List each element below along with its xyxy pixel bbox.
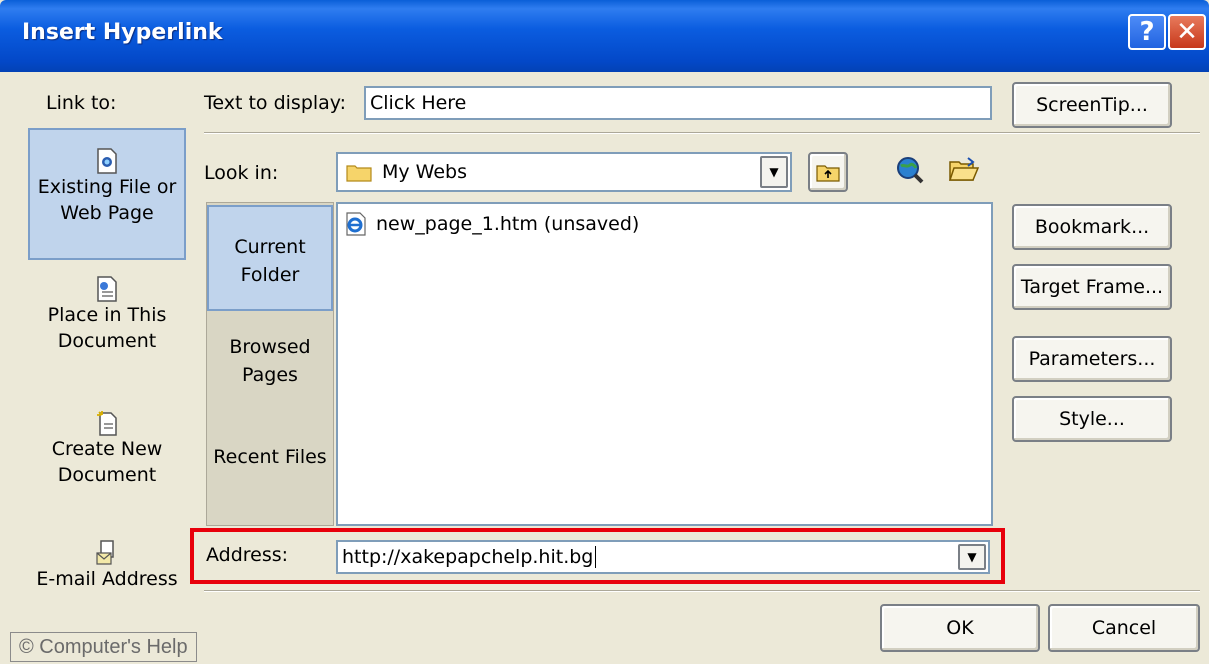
text-to-display-field[interactable]: Click Here (364, 86, 992, 120)
nav-browsed-pages-label: Browsed Pages (229, 336, 311, 386)
ok-button[interactable]: OK (880, 604, 1040, 652)
cancel-button[interactable]: Cancel (1048, 604, 1200, 652)
new-document-icon (96, 410, 118, 436)
screentip-label: ScreenTip... (1036, 94, 1148, 116)
folder-icon (346, 162, 372, 182)
parameters-button[interactable]: Parameters... (1012, 336, 1172, 382)
bookmark-label: Bookmark... (1034, 216, 1150, 238)
list-item[interactable]: new_page_1.htm (unsaved) (344, 212, 639, 236)
text-to-display-label: Text to display: (204, 92, 347, 114)
bookmark-button[interactable]: Bookmark... (1012, 204, 1172, 250)
target-frame-label: Target Frame... (1020, 276, 1164, 298)
address-highlight-box (190, 528, 1005, 584)
link-to-label: Link to: (46, 92, 117, 114)
up-folder-icon (816, 162, 840, 182)
file-list[interactable]: new_page_1.htm (unsaved) (336, 202, 993, 526)
style-label: Style... (1059, 408, 1125, 430)
nav-recent-files-label: Recent Files (213, 446, 327, 468)
browse-web-button[interactable] (890, 150, 930, 190)
bottom-divider (204, 590, 1200, 592)
look-in-combo[interactable]: My Webs ▼ (336, 152, 792, 192)
chevron-down-icon: ▼ (769, 165, 779, 179)
ok-label: OK (946, 617, 974, 639)
top-divider (204, 132, 1200, 134)
ie-page-icon (344, 212, 368, 236)
nav-recent-files[interactable]: Recent Files (207, 443, 333, 513)
up-one-folder-button[interactable] (808, 152, 848, 192)
help-button[interactable]: ? (1128, 14, 1166, 50)
nav-current-folder-label: Current Folder (234, 236, 306, 286)
link-to-existing-file-label: Existing File or Web Page (37, 176, 177, 224)
file-name: new_page_1.htm (unsaved) (376, 213, 640, 235)
link-to-email[interactable]: E-mail Address (28, 540, 186, 620)
open-folder-icon (948, 156, 980, 184)
document-place-icon (96, 276, 118, 302)
browse-web-icon (895, 155, 925, 185)
parameters-label: Parameters... (1028, 348, 1156, 370)
close-icon: ✕ (1176, 17, 1198, 47)
watermark: © Computer's Help (10, 632, 197, 662)
link-to-new-document-label: Create New Document (51, 438, 163, 486)
dialog-title: Insert Hyperlink (22, 20, 223, 45)
nav-current-folder[interactable]: Current Folder (207, 205, 333, 311)
email-icon (96, 540, 118, 566)
style-button[interactable]: Style... (1012, 396, 1172, 442)
help-icon: ? (1139, 17, 1155, 47)
look-in-label: Look in: (204, 162, 279, 184)
places-pane: Current Folder Browsed Pages Recent File… (206, 202, 334, 526)
link-to-bar: Existing File or Web Page Place in This … (28, 126, 186, 646)
cancel-label: Cancel (1091, 617, 1157, 639)
browse-file-button[interactable] (944, 150, 984, 190)
title-bar[interactable]: Insert Hyperlink ? ✕ (0, 0, 1209, 72)
link-to-place-in-document[interactable]: Place in This Document (28, 276, 186, 386)
look-in-value: My Webs (382, 161, 467, 183)
text-to-display-value: Click Here (370, 92, 467, 114)
close-button[interactable]: ✕ (1168, 14, 1206, 50)
nav-browsed-pages[interactable]: Browsed Pages (207, 333, 333, 403)
link-to-place-label: Place in This Document (47, 304, 167, 352)
screentip-button[interactable]: ScreenTip... (1012, 82, 1172, 128)
link-to-existing-file[interactable]: Existing File or Web Page (28, 128, 186, 260)
link-to-new-document[interactable]: Create New Document (28, 410, 186, 520)
look-in-dropdown-arrow[interactable]: ▼ (760, 156, 788, 188)
web-page-icon (96, 148, 118, 174)
target-frame-button[interactable]: Target Frame... (1012, 264, 1172, 310)
link-to-email-label: E-mail Address (36, 568, 178, 590)
insert-hyperlink-dialog: Insert Hyperlink ? ✕ Link to: Existing F… (0, 0, 1209, 664)
